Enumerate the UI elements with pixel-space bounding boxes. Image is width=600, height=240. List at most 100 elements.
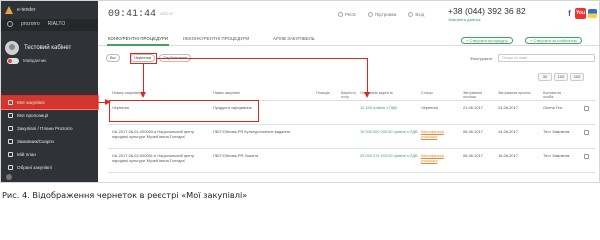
annotation-line [157, 58, 367, 60]
sidebar-item-my-plan[interactable]: Мій план [1, 148, 98, 161]
page-size-option[interactable]: 100 [554, 73, 568, 81]
page-size-option[interactable]: 200 [570, 73, 584, 81]
cell-value: 12 345 гривня з ПДВ [360, 105, 398, 110]
screenshot-frame: e-tender prozorro RIALTO Тестовий кабіне… [0, 0, 600, 183]
row-menu-icon[interactable] [584, 130, 589, 135]
annotation-arrow-line [143, 64, 145, 92]
annotation-box-drafts-filter [130, 53, 157, 64]
column-header[interactable]: Звітування пропоз. [498, 91, 532, 95]
column-header[interactable]: Статус [421, 91, 433, 95]
sidebar-item-favorites[interactable]: Обрані закупівлі [1, 161, 98, 174]
active-tab-indicator [107, 44, 169, 46]
column-header[interactable]: Позиція [316, 91, 330, 95]
prozorro-link[interactable]: prozorro [21, 21, 40, 27]
cell-number: UA-2017-06-02-000081-b Національний цент… [112, 153, 195, 163]
cell-date: 06-06-2017 [463, 153, 483, 158]
language-flag-icon[interactable] [588, 9, 597, 18]
tab-non-competitive[interactable]: Неконкурентні процедури [183, 36, 249, 41]
login-icon [408, 12, 414, 17]
procedure-tabs: Конкурентні процедури Неконкурентні проц… [98, 29, 599, 46]
cell-status[interactable]: Кваліфікація учасника [421, 153, 459, 163]
column-header[interactable]: Контактна особа [543, 91, 571, 99]
header-link[interactable]: Вхід [408, 12, 424, 17]
sidebar-item-my-proposals[interactable]: Мої пропозиції [1, 109, 98, 122]
row-menu-icon[interactable] [584, 106, 589, 111]
logo[interactable]: e-tender [5, 6, 36, 14]
sidebar-item-label: Мій план [17, 152, 36, 157]
header-link[interactable]: РесD [338, 12, 356, 17]
top-header: 09:41:44 UTC+2 РесD Підтримка Вхід +38 (… [98, 1, 599, 29]
callback-link[interactable]: Замовити дзвінок [448, 17, 481, 22]
column-header[interactable]: Назва закупівлі [213, 91, 240, 95]
list-icon [8, 126, 13, 131]
cell-date: 16-06-2017 [498, 153, 518, 158]
cell-date: 21-06-2017 [463, 105, 483, 110]
row-menu-icon[interactable] [584, 154, 589, 159]
alert-icon [8, 139, 13, 144]
support-icon [367, 12, 373, 17]
table-row[interactable]: UA-2017-06-02-000081-b Національний цент… [108, 149, 596, 173]
filter-all-button[interactable]: Всі [106, 54, 120, 62]
profile[interactable]: Тестовий кабінет [5, 41, 71, 55]
rialto-link[interactable]: RIALTO [48, 21, 66, 27]
rss-icon [338, 12, 343, 17]
header-links: РесD Підтримка Вхід [338, 12, 424, 17]
sidebar: e-tender prozorro RIALTO Тестовий кабіне… [1, 1, 99, 182]
page-size-selector: 30 100 200 [98, 73, 599, 83]
clock-timezone: UTC+2 [160, 11, 173, 16]
cell-name: ПБО*Обнова-PR Зошити [213, 153, 259, 158]
column-header[interactable]: Номер закупівлі [112, 91, 140, 95]
cell-contact: Тест Замовник [543, 129, 570, 134]
cell-date: 14-06-2017 [498, 129, 518, 134]
status-toggle[interactable] [7, 58, 19, 64]
cell-status[interactable]: Кваліфікація учасника [421, 129, 459, 139]
logo-triangle-icon [5, 6, 14, 14]
cell-date: 06-06-2017 [463, 129, 483, 134]
table-header: Номер закупівлі Назва закупівлі Позиція … [108, 87, 596, 101]
annotation-line [367, 58, 369, 92]
cell-date: 24-06-2017 [498, 105, 518, 110]
settings-icon[interactable] [6, 174, 12, 180]
annotation-arrow-head [105, 99, 111, 105]
cell-value: 10 000 000 000.00 гривня з ПДВ [360, 129, 418, 134]
page-size-option[interactable]: 30 [538, 73, 552, 81]
annotation-box-draft-row [109, 100, 259, 122]
phone-number: +38 (044) 392 36 82 [448, 6, 526, 16]
column-header[interactable]: Вартість лоту [341, 91, 356, 99]
create-from-template-button[interactable]: + Створити за шаблоном [525, 37, 582, 44]
facebook-icon[interactable]: f [564, 8, 575, 19]
annotation-box-sidebar-item [1, 95, 98, 109]
calendar-icon [8, 152, 13, 157]
annotation-arrow-head [364, 92, 370, 98]
header-link[interactable]: Підтримка [367, 12, 396, 17]
search-input[interactable]: Пошук по назві... [498, 54, 595, 62]
profile-name: Тестовий кабінет [24, 45, 72, 51]
create-procedure-button[interactable]: + Створити процедуру [461, 37, 513, 44]
status-text: Майданчик [23, 58, 47, 63]
globe-icon [7, 21, 13, 27]
tab-competitive[interactable]: Конкурентні процедури [108, 36, 168, 41]
cell-contact: Тест Замовник [543, 153, 570, 158]
sidebar-item-label: Мої пропозиції [17, 113, 49, 118]
sidebar-item-label: Замовник/Скарги [17, 139, 54, 144]
cell-contact: Олена Ген. [543, 105, 564, 110]
star-icon [8, 165, 13, 170]
cell-name: ПБО*Обнова-PR Культурологічне видання [213, 129, 290, 134]
filter-label: Фільтрувати [470, 56, 493, 61]
tab-archive[interactable]: Архів закупівель [273, 36, 315, 41]
cell-value: 25 000 074 503.00 гривня з ПДВ [360, 153, 418, 158]
column-header[interactable]: Звітування оголош. [463, 91, 487, 99]
logo-text: e-tender [17, 7, 36, 13]
server-clock: 09:41:44 [108, 9, 157, 20]
figure-caption: Рис. 4. Відображення чернеток в реєстрі … [2, 190, 248, 200]
sidebar-item-complaints[interactable]: Замовник/Скарги [1, 135, 98, 148]
annotation-arrow-head [140, 92, 146, 98]
sidebar-item-prozorro-plans[interactable]: Закупівлі / Плани Prozorro [1, 122, 98, 135]
table-row[interactable]: UA-2017-06-01-000060-a Національний цент… [108, 125, 596, 149]
cell-status: Чернетка [421, 105, 438, 110]
cell-number: UA-2017-06-01-000060-a Національний цент… [112, 129, 195, 139]
sidebar-item-label: Закупівлі / Плани Prozorro [17, 126, 73, 131]
sidebar-item-label: Обрані закупівлі [17, 165, 52, 170]
document-icon [8, 113, 13, 118]
youtube-icon[interactable]: You [575, 8, 586, 19]
